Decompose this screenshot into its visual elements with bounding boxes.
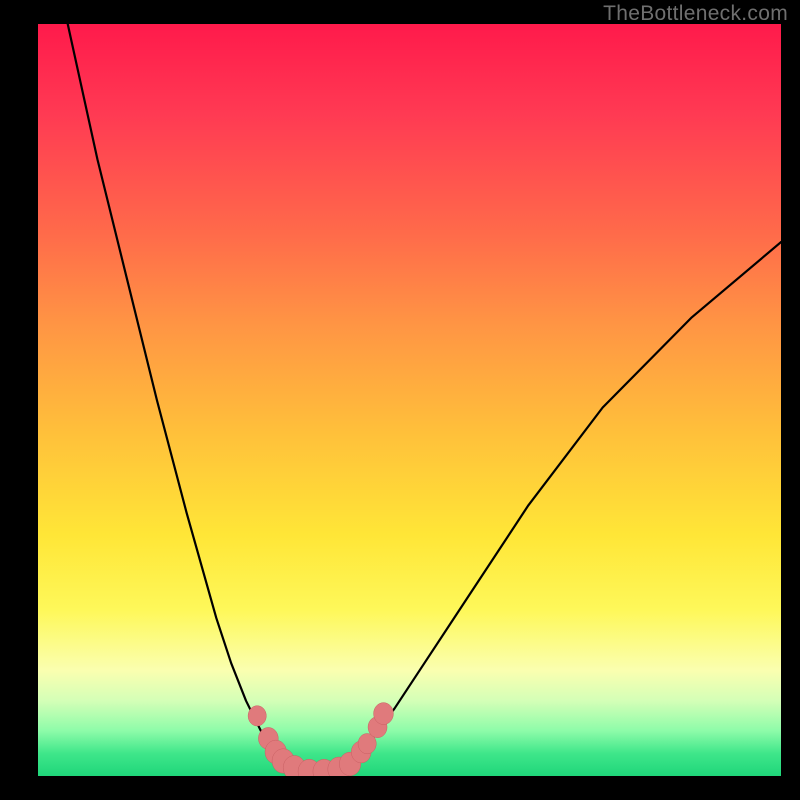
plot-area	[38, 24, 781, 776]
data-point	[248, 706, 266, 726]
data-point	[374, 703, 394, 725]
bottleneck-curve	[68, 24, 781, 772]
watermark-label: TheBottleneck.com	[603, 2, 788, 26]
curve-layer	[38, 24, 781, 776]
chart-frame: TheBottleneck.com	[0, 0, 800, 800]
